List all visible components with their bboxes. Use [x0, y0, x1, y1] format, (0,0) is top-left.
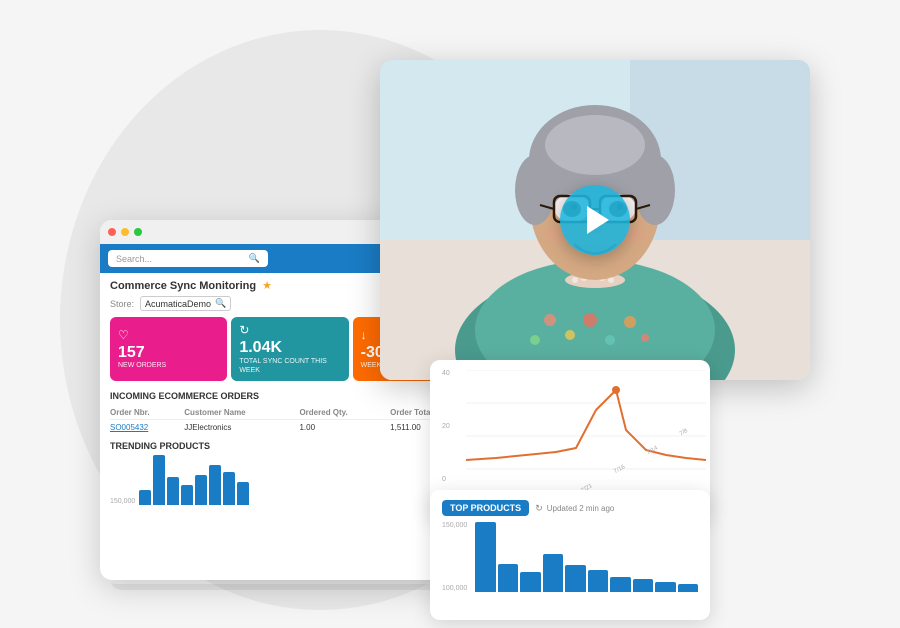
stat-label-sync: TOTAL SYNC COUNT THIS WEEK — [239, 357, 340, 375]
top-bar-6 — [588, 570, 608, 592]
stat-number-orders: 157 — [118, 344, 219, 362]
y-label-0: 0 — [442, 476, 462, 483]
updated-info: ↻ Updated 2 min ago — [535, 503, 614, 514]
trending-bar — [181, 485, 193, 505]
trending-bar — [167, 477, 179, 505]
top-products-header: TOP PRODUCTS ↻ Updated 2 min ago — [442, 500, 698, 516]
top-bar-10 — [678, 584, 698, 592]
video-card[interactable] — [380, 60, 810, 380]
col-customer: Customer Name — [184, 406, 299, 420]
top-bar-2 — [498, 564, 518, 592]
orders-title-text: INCOMING ECOMMERCE ORDERS — [110, 391, 259, 401]
order-nbr-link[interactable]: SO005432 — [110, 419, 184, 435]
orders-section-title: INCOMING ECOMMERCE ORDERS + — [110, 389, 470, 403]
browser-dot-green — [134, 228, 142, 236]
y-label-20: 20 — [442, 423, 462, 430]
col-qty: Ordered Qty. — [299, 406, 390, 420]
trending-section: TRENDING PRODUCTS 150,000 — [110, 441, 470, 505]
top-products-tab[interactable]: TOP PRODUCTS — [442, 500, 529, 516]
y-axis-labels: 40 20 0 — [442, 370, 462, 483]
line-chart-container: 40 20 0 8/4 7/30 7/25 7/21 — [442, 370, 698, 483]
line-chart-svg — [466, 370, 706, 470]
store-label: Store: — [110, 299, 134, 309]
y-label-40: 40 — [442, 370, 462, 377]
top-bar-8 — [633, 579, 653, 592]
heart-icon: ♡ — [118, 328, 219, 342]
order-qty: 1.00 — [299, 419, 390, 435]
top-products-card: TOP PRODUCTS ↻ Updated 2 min ago 150,000… — [430, 490, 710, 620]
sync-icon: ↻ — [239, 323, 340, 337]
trending-bar — [139, 490, 151, 505]
top-bar-3 — [520, 572, 540, 592]
browser-dot-yellow — [121, 228, 129, 236]
trending-chart: 150,000 — [110, 455, 470, 505]
top-bar-5 — [565, 565, 585, 592]
play-button[interactable] — [560, 185, 630, 255]
trending-bar — [223, 472, 235, 505]
trending-bar — [237, 482, 249, 505]
chart-svg-container: 8/4 7/30 7/25 7/21 7/16 7/14 7/8 — [466, 370, 698, 483]
search-placeholder: Search... — [116, 254, 152, 264]
play-triangle-icon — [587, 206, 609, 234]
trending-y-label-high: 150,000 — [110, 498, 135, 505]
top-products-bars — [475, 522, 698, 592]
stat-new-orders: ♡ 157 NEW ORDERS — [110, 317, 227, 381]
order-customer: JJElectronics — [184, 419, 299, 435]
top-bar-9 — [655, 582, 675, 593]
top-bar-4 — [543, 554, 563, 593]
trending-bar — [153, 455, 165, 505]
top-bar-7 — [610, 577, 630, 592]
orders-table: Order Nbr. Customer Name Ordered Qty. Or… — [110, 406, 470, 435]
trending-bar — [195, 475, 207, 505]
browser-dot-red — [108, 228, 116, 236]
trending-title-text: TRENDING PRODUCTS — [110, 441, 210, 451]
stat-sync-count: ↻ 1.04K TOTAL SYNC COUNT THIS WEEK — [231, 317, 348, 381]
stat-number-sync: 1.04K — [239, 339, 340, 357]
top-products-chart: 150,000 100,000 — [442, 522, 698, 592]
trending-title: TRENDING PRODUCTS — [110, 441, 470, 451]
store-select[interactable]: AcumaticaDemo 🔍 — [140, 296, 231, 311]
store-value: AcumaticaDemo — [145, 299, 211, 309]
top-bar-1 — [475, 522, 495, 592]
search-icon: 🔍 — [249, 253, 260, 264]
trending-bar — [209, 465, 221, 505]
bar-y-low: 100,000 — [442, 585, 467, 592]
bar-y-high: 150,000 — [442, 522, 467, 529]
col-order-nbr: Order Nbr. — [110, 406, 184, 420]
store-search-icon: 🔍 — [215, 298, 226, 309]
top-products-y-labels: 150,000 100,000 — [442, 522, 467, 592]
table-row: SO005432 JJElectronics 1.00 1,511.00 — [110, 419, 470, 435]
favorite-star-icon[interactable]: ★ — [262, 279, 272, 292]
stat-label-orders: NEW ORDERS — [118, 361, 219, 370]
updated-text: Updated 2 min ago — [547, 504, 615, 513]
dashboard-title: Commerce Sync Monitoring — [110, 280, 256, 292]
refresh-icon: ↻ — [535, 503, 543, 514]
search-input[interactable]: Search... 🔍 — [108, 250, 268, 267]
